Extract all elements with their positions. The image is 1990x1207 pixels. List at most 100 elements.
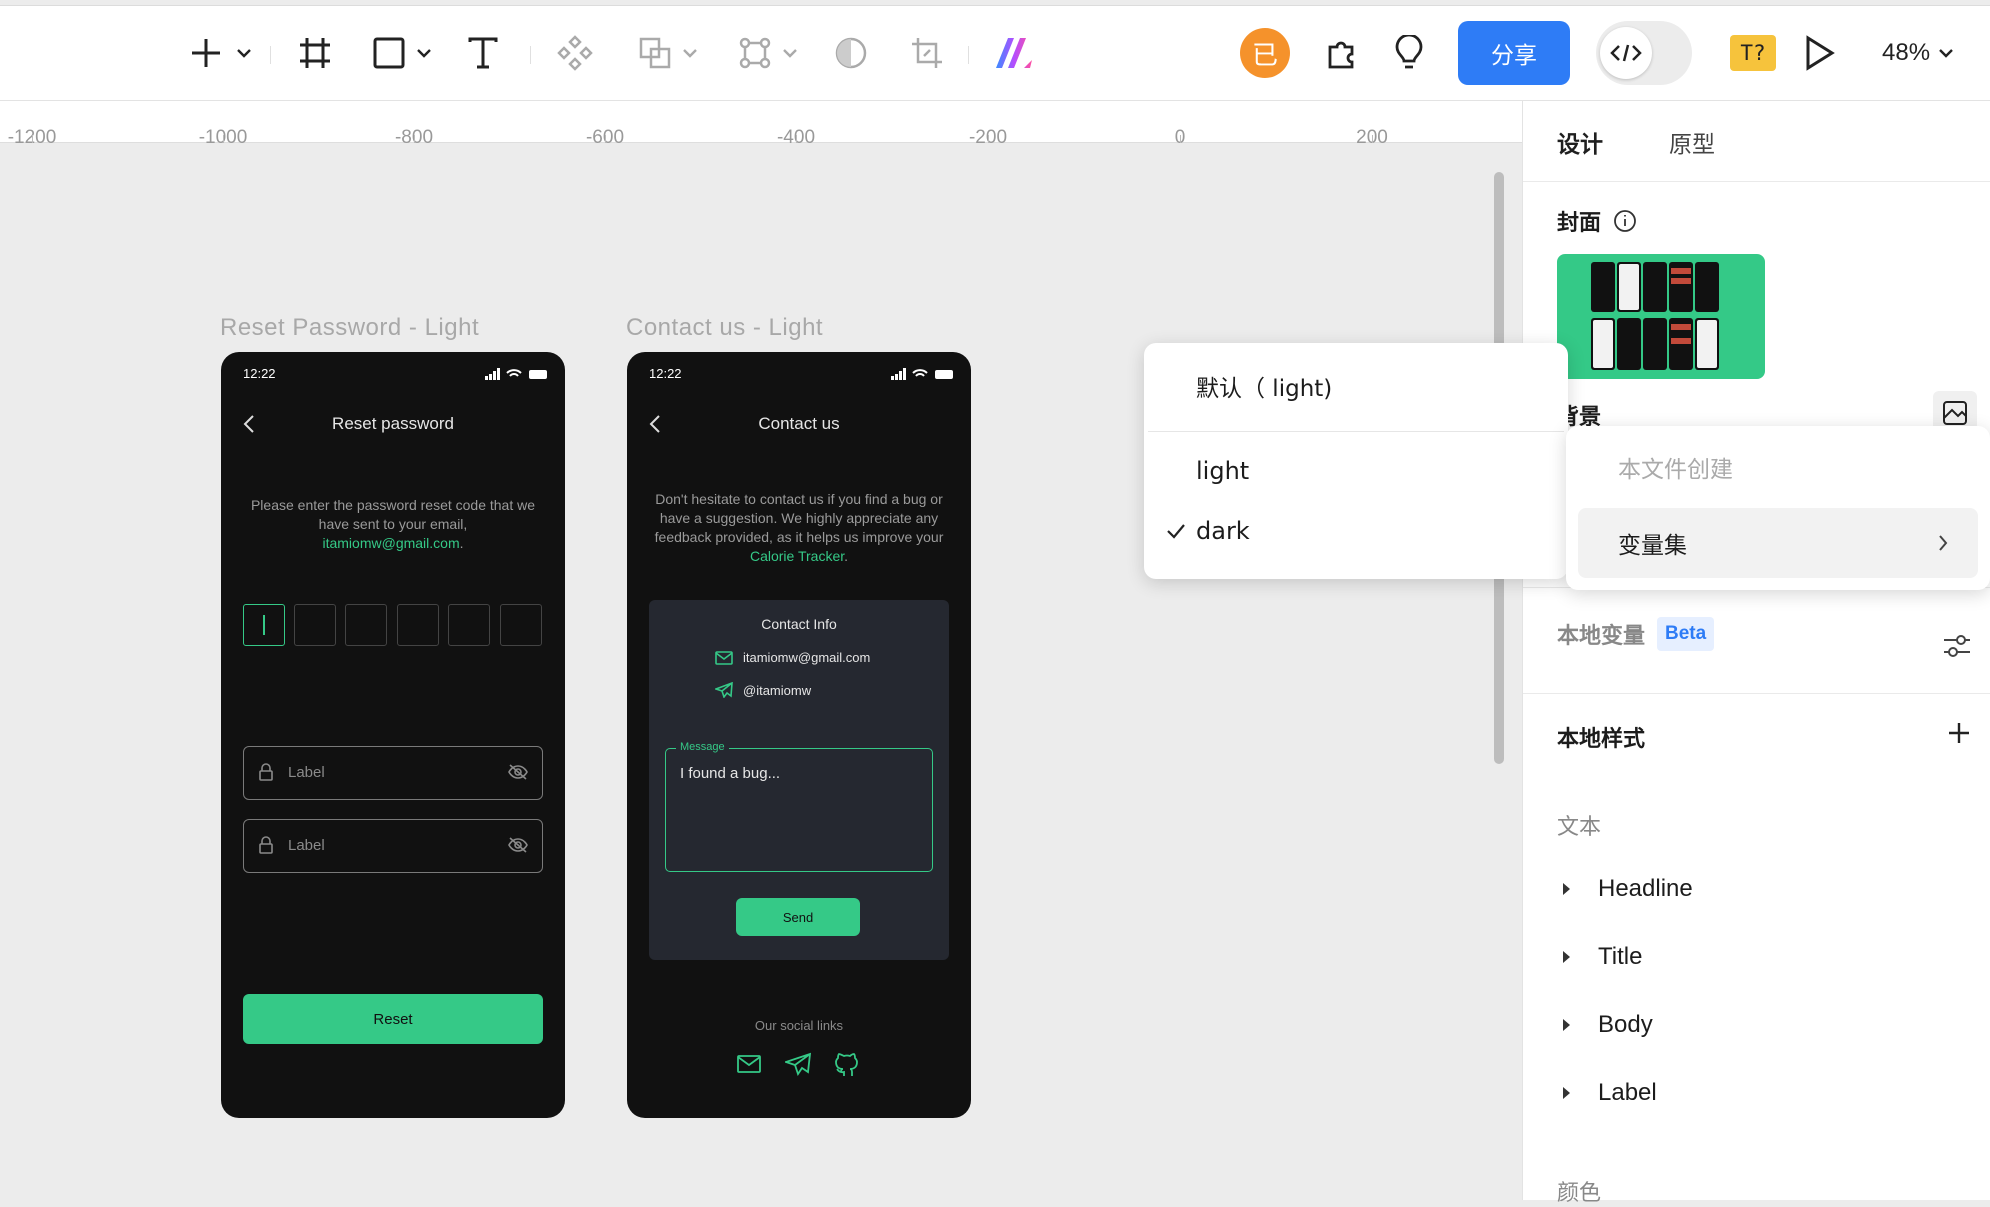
zoom-level: 48% xyxy=(1882,39,1931,66)
zoom-dropdown[interactable]: 48% xyxy=(1882,28,1954,78)
path-tool-button[interactable] xyxy=(730,28,806,78)
caret-right-icon xyxy=(1563,951,1570,963)
tab-prototype[interactable]: 原型 xyxy=(1669,125,1715,159)
description-text: Please enter the password reset code tha… xyxy=(250,497,536,532)
style-item-headline[interactable]: Headline xyxy=(1557,869,1693,909)
tips-button[interactable] xyxy=(1384,28,1434,78)
lock-icon xyxy=(258,836,274,854)
mail-icon[interactable] xyxy=(737,1054,761,1074)
style-name: Label xyxy=(1598,1079,1657,1106)
screen-description: Please enter the password reset code tha… xyxy=(247,496,539,553)
ruler-mark xyxy=(1180,135,1181,143)
component-tool-button[interactable] xyxy=(550,28,600,78)
text-tool-button[interactable] xyxy=(458,28,508,78)
code-digit-input[interactable] xyxy=(500,604,542,646)
field-label: Label xyxy=(288,837,325,854)
chevron-down-icon xyxy=(682,45,698,61)
email-link[interactable]: itamiomw@gmail.com xyxy=(322,535,459,551)
menu-item-label: dark xyxy=(1196,517,1250,545)
frame-reset-password[interactable]: 12:22 Reset password Please enter the pa… xyxy=(221,352,565,1118)
style-item-body[interactable]: Body xyxy=(1557,1005,1653,1045)
cover-section-header: 封面 xyxy=(1557,205,1637,237)
code-digit-input[interactable] xyxy=(294,604,336,646)
app-name-link[interactable]: Calorie Tracker xyxy=(750,548,844,564)
menu-item-default[interactable]: 默认（ light) xyxy=(1144,353,1568,419)
ruler-mark xyxy=(1372,135,1373,143)
toolbar-divider xyxy=(270,46,271,64)
new-password-field[interactable]: Label xyxy=(243,746,543,800)
send-button[interactable]: Send xyxy=(736,898,860,936)
mask-tool-button[interactable] xyxy=(826,28,876,78)
check-icon xyxy=(1166,522,1186,540)
caret-right-icon xyxy=(1563,1019,1570,1031)
message-textarea[interactable]: Message I found a bug... xyxy=(665,741,933,872)
code-icon xyxy=(1600,27,1652,79)
menu-item-light[interactable]: light xyxy=(1144,443,1568,499)
contact-email-row[interactable]: itamiomw@gmail.com xyxy=(715,650,870,665)
menu-item-variable-sets[interactable]: 变量集 xyxy=(1578,508,1978,578)
menu-item-this-file: 本文件创建 xyxy=(1566,442,1990,492)
user-avatar[interactable]: 已 xyxy=(1238,28,1292,78)
message-label: Message xyxy=(676,741,729,753)
code-digit-input[interactable] xyxy=(243,604,285,646)
frame-tool-button[interactable] xyxy=(290,28,340,78)
menu-item-dark[interactable]: dark xyxy=(1144,503,1568,559)
status-bar: 12:22 xyxy=(221,364,565,386)
crop-icon xyxy=(910,36,944,70)
confirm-password-field[interactable]: Label xyxy=(243,819,543,873)
plugins-button[interactable] xyxy=(1318,28,1368,78)
field-label: Label xyxy=(288,764,325,781)
mail-icon xyxy=(715,650,733,665)
github-icon[interactable] xyxy=(835,1052,861,1078)
add-tool-button[interactable] xyxy=(180,28,260,78)
info-icon[interactable] xyxy=(1613,209,1637,233)
chevron-down-icon xyxy=(782,45,798,61)
code-digit-input[interactable] xyxy=(345,604,387,646)
frame-label-contact[interactable]: Contact us - Light xyxy=(626,314,823,342)
missing-font-badge: T? xyxy=(1730,35,1776,71)
description-end: . xyxy=(844,548,849,564)
local-styles-label: 本地样式 xyxy=(1557,727,1646,752)
frame-contact-us[interactable]: 12:22 Contact us Don't hesitate to conta… xyxy=(627,352,971,1118)
properties-panel: 设计 原型 封面 背景 本地变量 Beta 本地样式 文本 Headline T… xyxy=(1522,101,1990,1206)
font-missing-button[interactable]: T? xyxy=(1728,28,1778,78)
share-button[interactable]: 分享 xyxy=(1458,21,1570,85)
reset-button[interactable]: Reset xyxy=(243,994,543,1044)
ruler-mark xyxy=(223,135,224,143)
eye-off-icon[interactable] xyxy=(508,837,528,853)
ruler-mark xyxy=(988,135,989,143)
sliders-icon[interactable] xyxy=(1943,633,1971,659)
tab-design[interactable]: 设计 xyxy=(1557,125,1603,159)
telegram-icon[interactable] xyxy=(785,1052,811,1076)
crop-tool-button[interactable] xyxy=(902,28,952,78)
local-variables-header[interactable]: 本地变量 Beta xyxy=(1557,617,1715,651)
ai-plugin-button[interactable] xyxy=(988,28,1040,78)
puzzle-icon xyxy=(1325,35,1361,71)
shape-tool-button[interactable] xyxy=(364,28,440,78)
boolean-tool-button[interactable] xyxy=(630,28,706,78)
cover-thumbnail[interactable] xyxy=(1557,254,1765,379)
chevron-down-icon xyxy=(1938,45,1954,61)
add-style-plus-icon[interactable] xyxy=(1947,721,1971,745)
menu-item-label: light xyxy=(1196,457,1250,485)
chevron-right-icon xyxy=(1938,534,1948,552)
cover-label: 封面 xyxy=(1557,211,1602,236)
local-variables-label: 本地变量 xyxy=(1557,624,1646,649)
theme-mode-menu: 默认（ light) light dark xyxy=(1144,343,1568,579)
code-digit-input[interactable] xyxy=(397,604,439,646)
message-value: I found a bug... xyxy=(680,765,781,782)
ruler-mark xyxy=(32,135,33,143)
eye-off-icon[interactable] xyxy=(508,764,528,780)
code-digit-input[interactable] xyxy=(448,604,490,646)
vector-path-icon xyxy=(738,36,772,70)
screen-title: Contact us xyxy=(758,414,840,433)
ai-logo-icon xyxy=(994,36,1034,70)
style-item-title[interactable]: Title xyxy=(1557,937,1642,977)
contact-telegram-row[interactable]: @itamiomw xyxy=(715,682,811,698)
frame-label-reset[interactable]: Reset Password - Light xyxy=(220,314,479,342)
present-button[interactable] xyxy=(1794,28,1844,78)
dev-mode-toggle[interactable] xyxy=(1596,21,1692,85)
style-item-label[interactable]: Label xyxy=(1557,1073,1657,1113)
play-icon xyxy=(1803,35,1835,71)
panel-divider xyxy=(1523,693,1990,694)
